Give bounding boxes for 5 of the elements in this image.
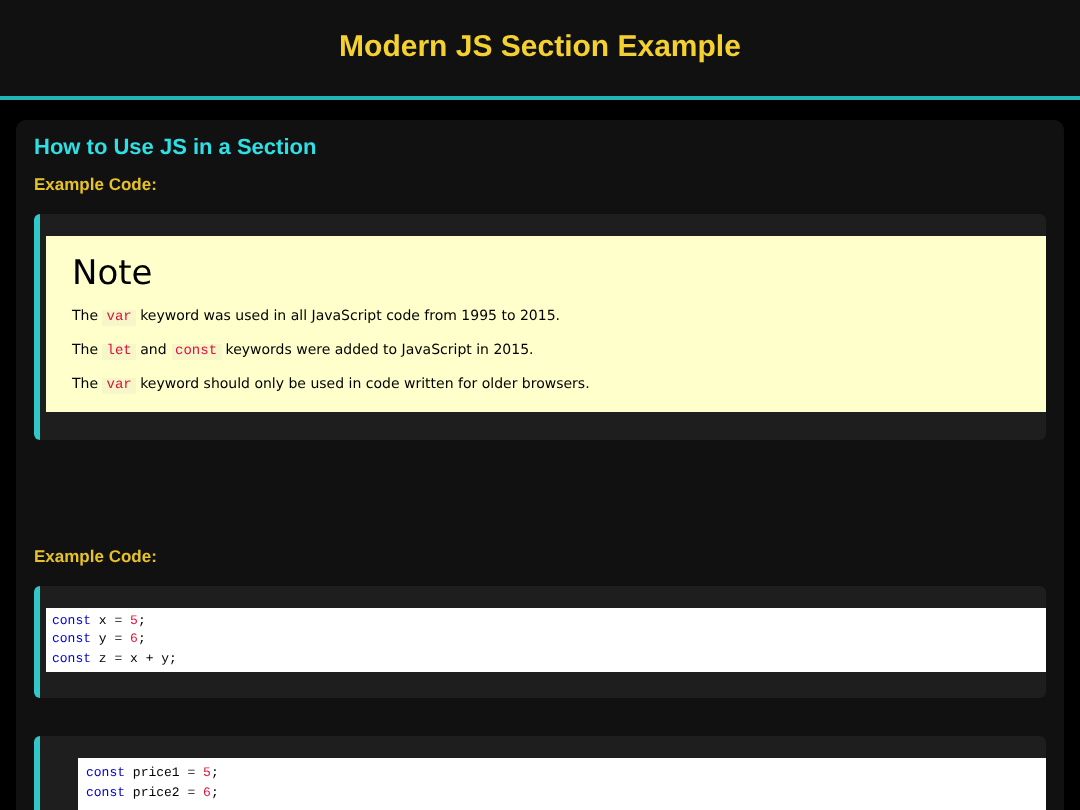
section-heading: How to Use JS in a Section [34,134,319,162]
example-label: Example Code: [34,543,159,569]
example-label: Example Code: [34,172,159,198]
note-title: Note [72,251,155,296]
page-title: Modern JS Section Example [339,27,741,68]
